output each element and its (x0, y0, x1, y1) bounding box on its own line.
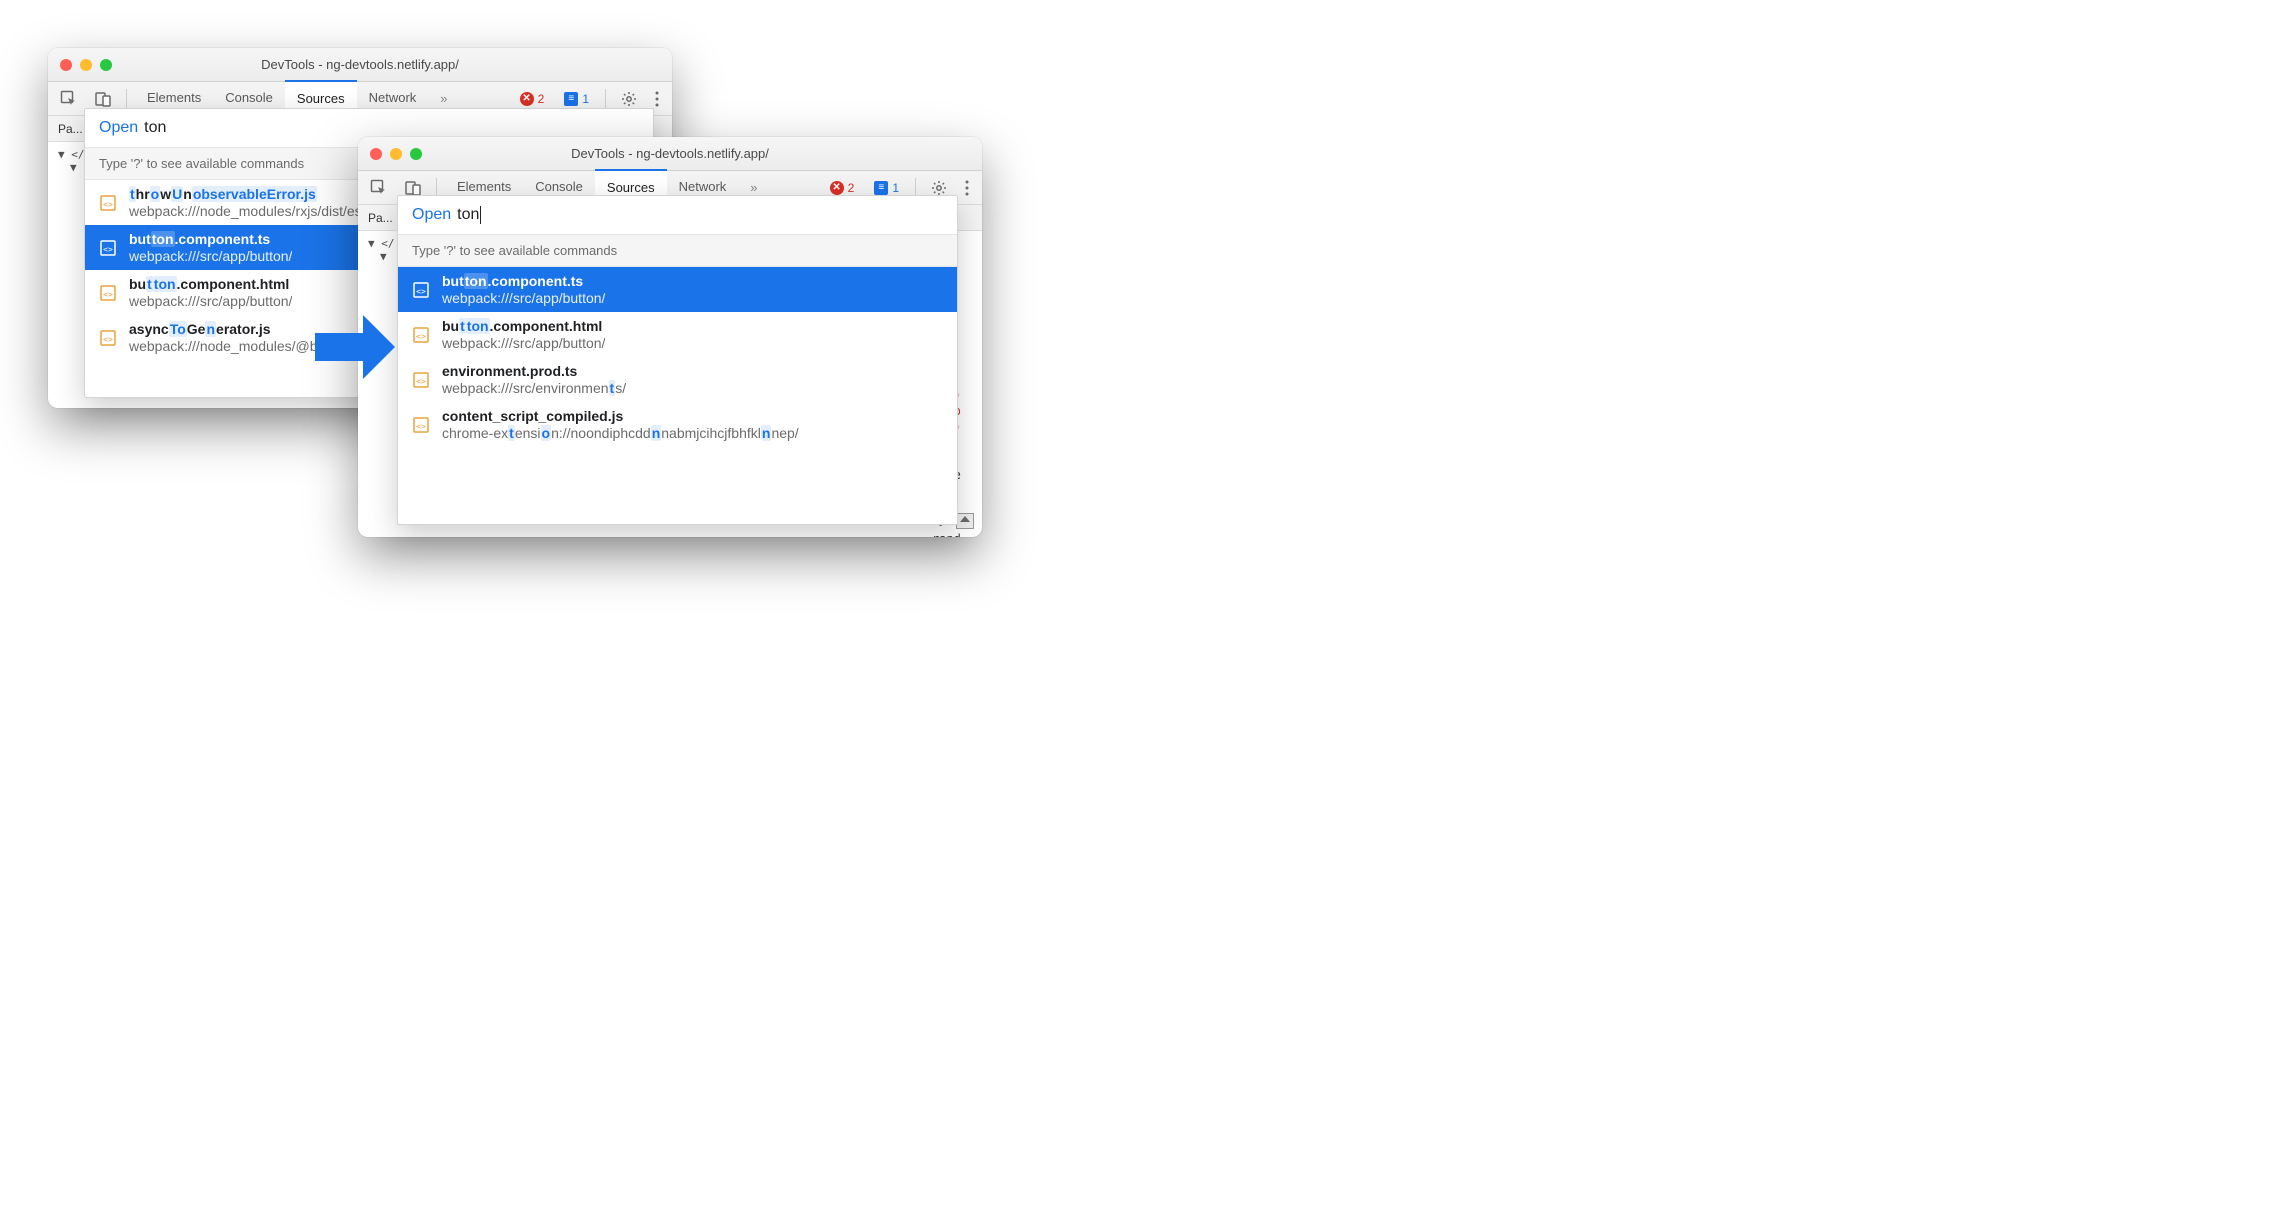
file-icon: <> (412, 416, 430, 434)
file-name: content_script_compiled.js (442, 408, 799, 424)
file-icon: <> (99, 284, 117, 302)
file-result[interactable]: <> button.component.html webpack:///src/… (398, 312, 957, 357)
results-list: <> button.component.ts webpack:///src/ap… (398, 267, 957, 447)
errors-badge[interactable]: ✕2 (824, 179, 861, 197)
file-path: webpack:///node_modules/@babel/ (129, 338, 348, 354)
messages-count: 1 (582, 92, 589, 106)
svg-text:<>: <> (416, 287, 426, 296)
file-path: webpack:///node_modules/rxjs/dist/esm (129, 203, 373, 219)
file-icon: <> (412, 281, 430, 299)
window-title: DevTools - ng-devtools.netlify.app/ (48, 57, 672, 72)
minimize-window-button[interactable] (80, 59, 92, 71)
zoom-window-button[interactable] (410, 148, 422, 160)
more-tabs-icon[interactable]: » (742, 180, 765, 195)
svg-text:<>: <> (103, 290, 113, 299)
window-controls (60, 59, 112, 71)
command-hint: Type '?' to see available commands (398, 234, 957, 267)
close-window-button[interactable] (60, 59, 72, 71)
kebab-menu-icon[interactable] (958, 175, 976, 201)
file-name: environment.prod.ts (442, 363, 626, 379)
text-caret (480, 206, 481, 224)
file-path: webpack:///src/app/button/ (129, 248, 292, 264)
open-query-text: ton (457, 206, 481, 224)
file-name: button.component.ts (129, 231, 292, 247)
minimize-window-button[interactable] (390, 148, 402, 160)
close-window-button[interactable] (370, 148, 382, 160)
svg-text:<>: <> (416, 332, 426, 341)
zoom-window-button[interactable] (100, 59, 112, 71)
more-tabs-icon[interactable]: » (432, 91, 455, 106)
messages-badge[interactable]: ≡1 (558, 90, 595, 108)
inspect-element-icon[interactable] (54, 86, 84, 112)
file-path: webpack:///src/app/button/ (442, 335, 605, 351)
file-result[interactable]: <> button.component.ts webpack:///src/ap… (398, 267, 957, 312)
open-label: Open (412, 206, 451, 224)
file-result[interactable]: <> content_script_compiled.js chrome-ext… (398, 402, 957, 447)
file-name: throwUnobservableError.js (129, 186, 373, 202)
window-controls (370, 148, 422, 160)
errors-badge[interactable]: ✕2 (514, 90, 551, 108)
svg-text:<>: <> (103, 335, 113, 344)
svg-text:<>: <> (103, 200, 113, 209)
file-name: button.component.html (129, 276, 292, 292)
file-path: webpack:///src/app/button/ (129, 293, 292, 309)
file-name: button.component.html (442, 318, 605, 334)
drawer-toggle-icon[interactable] (956, 513, 974, 529)
file-icon: <> (99, 239, 117, 257)
open-file-popover-after: Open ton Type '?' to see available comma… (397, 195, 958, 525)
file-path: webpack:///src/environments/ (442, 380, 626, 396)
file-path: chrome-extension://noondiphcddnnabmjcihc… (442, 425, 799, 441)
subbar-label: Pa... (58, 122, 83, 136)
file-icon: <> (412, 371, 430, 389)
file-name: asyncToGenerator.js (129, 321, 348, 337)
svg-text:<>: <> (103, 245, 113, 254)
titlebar: DevTools - ng-devtools.netlify.app/ (48, 48, 672, 82)
messages-badge[interactable]: ≡1 (868, 179, 905, 197)
svg-text:<>: <> (416, 377, 426, 386)
open-label: Open (99, 119, 138, 137)
file-path: webpack:///src/app/button/ (442, 290, 605, 306)
file-result[interactable]: <> environment.prod.ts webpack:///src/en… (398, 357, 957, 402)
errors-count: 2 (538, 92, 545, 106)
file-icon: <> (99, 329, 117, 347)
open-file-input-row[interactable]: Open ton (398, 196, 957, 234)
window-title: DevTools - ng-devtools.netlify.app/ (358, 146, 982, 161)
open-query-text: ton (144, 119, 166, 137)
file-icon: <> (99, 194, 117, 212)
file-name: button.component.ts (442, 273, 605, 289)
titlebar: DevTools - ng-devtools.netlify.app/ (358, 137, 982, 171)
file-icon: <> (412, 326, 430, 344)
inspect-element-icon[interactable] (364, 175, 394, 201)
svg-text:<>: <> (416, 422, 426, 431)
